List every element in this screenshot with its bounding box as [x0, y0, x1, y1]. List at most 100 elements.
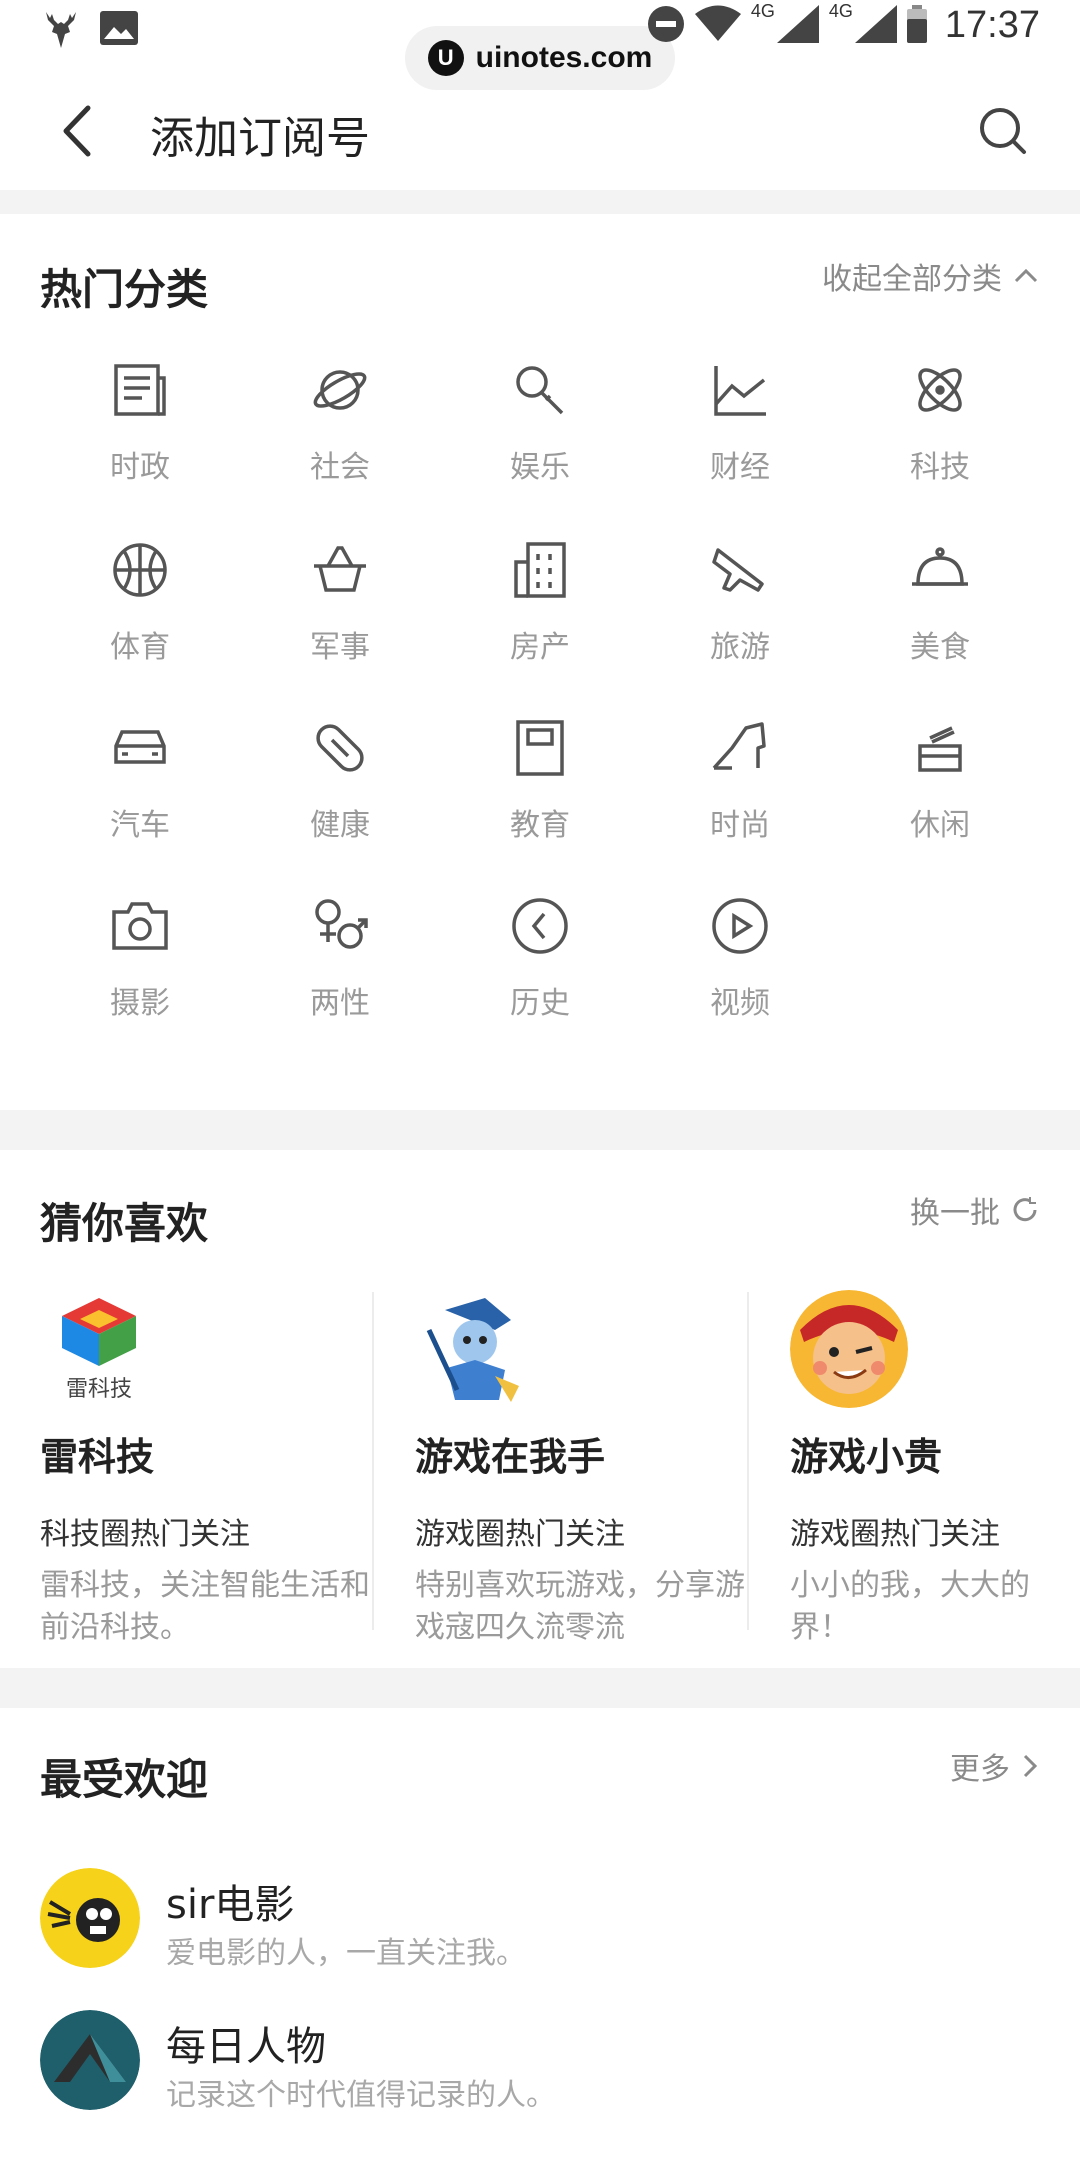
popular-name: sir电影 — [166, 1882, 295, 1928]
popular-item[interactable]: 每日人物 记录这个时代值得记录的人。 — [40, 2010, 1040, 2130]
category-jiankang[interactable]: 健康 — [240, 718, 440, 888]
category-label: 房产 — [510, 630, 570, 665]
category-label: 旅游 — [710, 630, 770, 665]
category-junshi[interactable]: 军事 — [240, 540, 440, 710]
category-label: 时尚 — [710, 808, 770, 843]
wifi-icon — [694, 5, 741, 47]
category-label: 健康 — [310, 808, 370, 843]
recommend-name: 雷科技 — [40, 1435, 155, 1479]
category-caijing[interactable]: 财经 — [640, 360, 840, 530]
basket-icon — [314, 546, 366, 592]
refresh-label: 换一批 — [910, 1196, 1000, 1231]
category-meishi[interactable]: 美食 — [840, 540, 1040, 710]
category-shehui[interactable]: 社会 — [240, 360, 440, 530]
signal-icon — [776, 4, 819, 47]
refresh-batch-button[interactable]: 换一批 — [910, 1188, 1040, 1232]
recommend-tag: 游戏圈热门关注 — [790, 1517, 1000, 1552]
category-tiyu[interactable]: 体育 — [40, 540, 240, 710]
car-icon — [114, 730, 166, 764]
category-shipin[interactable]: 视频 — [640, 896, 840, 1066]
recommend-desc: 雷科技，关注智能生活和前沿科技。 — [40, 1568, 370, 1645]
category-label: 娱乐 — [510, 450, 570, 485]
recommend-tag: 科技圈热门关注 — [40, 1517, 250, 1552]
teacup-icon — [918, 726, 962, 772]
back-button[interactable] — [50, 98, 110, 164]
refresh-icon — [1013, 1197, 1037, 1222]
status-bar: U uinotes.com 4G 4G 17:37 — [0, 0, 1080, 90]
watermark-text: uinotes.com — [475, 41, 653, 74]
book-icon — [516, 720, 564, 776]
category-label: 视频 — [710, 986, 770, 1021]
newspaper-icon — [114, 364, 166, 416]
card-separator — [747, 1292, 749, 1630]
recommend-desc: 特别喜欢玩游戏，分享游戏寇四久流零流 — [415, 1568, 745, 1645]
category-keji[interactable]: 科技 — [840, 360, 1040, 530]
category-jiaoyu[interactable]: 教育 — [440, 718, 640, 888]
popular-title: 最受欢迎 — [40, 1755, 209, 1804]
category-xiuxian[interactable]: 休闲 — [840, 718, 1040, 888]
recommend-desc: 小小的我，大大的界！ — [790, 1568, 1030, 1645]
section-divider — [0, 190, 1080, 214]
avatar: 雷科技 — [40, 1290, 158, 1408]
category-fangchan[interactable]: 房产 — [440, 540, 640, 710]
network-type-2: 4G — [828, 1, 853, 21]
avatar — [40, 2010, 140, 2110]
recommend-tag: 游戏圈热门关注 — [415, 1517, 625, 1552]
signal-icon — [854, 4, 897, 47]
popular-desc: 爱电影的人，一直关注我。 — [166, 1936, 526, 1971]
category-shizheng[interactable]: 时政 — [40, 360, 240, 530]
basketball-icon — [113, 543, 167, 597]
cloche-icon — [912, 547, 968, 586]
clock-time: 17:37 — [944, 4, 1040, 46]
avatar — [790, 1290, 908, 1408]
category-label: 历史 — [510, 986, 570, 1021]
category-lishi[interactable]: 历史 — [440, 896, 640, 1066]
building-icon — [514, 542, 566, 598]
atom-icon — [918, 368, 962, 412]
gender-icon — [315, 899, 368, 949]
battery-icon — [906, 4, 927, 47]
pill-icon — [316, 724, 364, 772]
nav-bar: 添加订阅号 — [0, 80, 1080, 190]
high-heel-icon — [712, 722, 766, 770]
microphone-icon — [516, 366, 564, 415]
category-label: 教育 — [510, 808, 570, 843]
category-label: 军事 — [310, 630, 370, 665]
popular-item[interactable]: sir电影 爱电影的人，一直关注我。 — [40, 1868, 1040, 1988]
category-label: 汽车 — [110, 808, 170, 843]
recommend-title: 猜你喜欢 — [40, 1199, 209, 1248]
logo-text: 雷科技 — [66, 1377, 132, 1402]
popular-name: 每日人物 — [166, 2024, 326, 2070]
category-label: 休闲 — [910, 808, 970, 843]
recommend-name: 游戏在我手 — [415, 1435, 606, 1479]
category-yule[interactable]: 娱乐 — [440, 360, 640, 530]
recommend-card[interactable]: 雷科技 雷科技 科技圈热门关注 雷科技，关注智能生活和前沿科技。 — [40, 1290, 380, 1649]
uinotes-logo-icon: U — [427, 40, 464, 76]
more-label: 更多 — [950, 1752, 1010, 1787]
airplane-icon — [712, 548, 764, 592]
category-label: 社会 — [310, 450, 370, 485]
category-liangxing[interactable]: 两性 — [240, 896, 440, 1066]
category-lvyou[interactable]: 旅游 — [640, 540, 840, 710]
category-label: 财经 — [710, 450, 770, 485]
category-label: 美食 — [910, 630, 970, 665]
category-label: 摄影 — [110, 986, 170, 1021]
recommend-card[interactable]: 游戏在我手 游戏圈热门关注 特别喜欢玩游戏，分享游戏寇四久流零流 — [415, 1290, 755, 1649]
card-separator — [372, 1292, 374, 1630]
chevron-right-icon — [1023, 1754, 1038, 1778]
recommend-card[interactable]: 游戏小贵 游戏圈热门关注 小小的我，大大的界！ — [790, 1290, 1050, 1649]
category-shishang[interactable]: 时尚 — [640, 718, 840, 888]
category-sheying[interactable]: 摄影 — [40, 896, 240, 1066]
more-button[interactable]: 更多 — [950, 1744, 1040, 1788]
search-button[interactable] — [972, 100, 1036, 164]
category-label: 时政 — [110, 450, 170, 485]
avatar — [415, 1290, 533, 1408]
play-icon — [712, 898, 768, 954]
recommend-name: 游戏小贵 — [790, 1435, 943, 1479]
popular-desc: 记录这个时代值得记录的人。 — [166, 2078, 556, 2113]
collapse-categories-button[interactable]: 收起全部分类 — [822, 254, 1040, 298]
search-icon — [980, 108, 1026, 154]
chevron-up-icon — [1014, 268, 1038, 283]
category-qiche[interactable]: 汽车 — [40, 718, 240, 888]
category-label: 科技 — [910, 450, 970, 485]
